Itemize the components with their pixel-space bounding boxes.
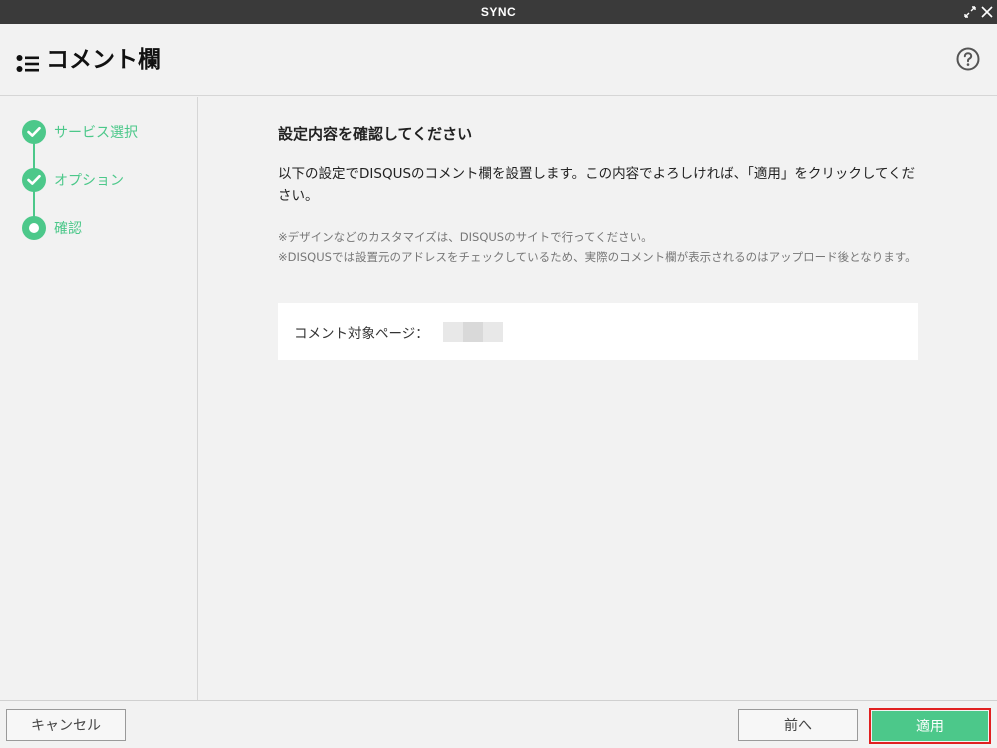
step-label: サービス選択 (54, 125, 138, 141)
step-label: 確認 (54, 221, 82, 237)
help-icon[interactable] (956, 47, 980, 71)
check-icon (22, 168, 46, 192)
note-customize: ※デザインなどのカスタマイズは、DISQUSのサイトで行ってください。 (278, 230, 653, 244)
current-step-icon (22, 216, 46, 240)
comment-target-value-redacted (442, 321, 503, 342)
apply-button-highlight: 適用 (869, 708, 991, 744)
window-controls (962, 0, 995, 24)
window-title: SYNC (480, 5, 517, 19)
previous-button[interactable]: 前へ (738, 709, 858, 741)
step-service-selection: サービス選択 (22, 120, 138, 144)
confirm-description: 以下の設定でDISQUSのコメント欄を設置します。この内容でよろしければ、「適用… (278, 166, 916, 204)
step-confirm: 確認 (22, 216, 82, 240)
close-icon[interactable] (979, 2, 995, 22)
step-options: オプション (22, 168, 124, 192)
confirm-heading: 設定内容を確認してください (278, 125, 473, 143)
check-icon (22, 120, 46, 144)
page-header: コメント欄 (0, 24, 997, 96)
step-label: オプション (54, 173, 124, 189)
cancel-button[interactable]: キャンセル (6, 709, 126, 741)
step-sidebar: サービス選択 オプション 確認 (0, 97, 198, 700)
expand-icon[interactable] (962, 2, 978, 22)
list-icon (16, 54, 40, 74)
window-titlebar: SYNC (0, 0, 997, 24)
main-content: 設定内容を確認してください 以下の設定でDISQUSのコメント欄を設置します。こ… (199, 97, 997, 700)
note-address-check: ※DISQUSでは設置元のアドレスをチェックしているため、実際のコメント欄が表示… (278, 250, 917, 264)
page-title: コメント欄 (46, 47, 161, 73)
apply-button[interactable]: 適用 (872, 711, 988, 741)
comment-target-label: コメント対象ページ： (294, 325, 429, 342)
summary-panel: コメント対象ページ： (278, 303, 918, 360)
footer-bar: キャンセル 前へ 適用 (0, 700, 997, 748)
